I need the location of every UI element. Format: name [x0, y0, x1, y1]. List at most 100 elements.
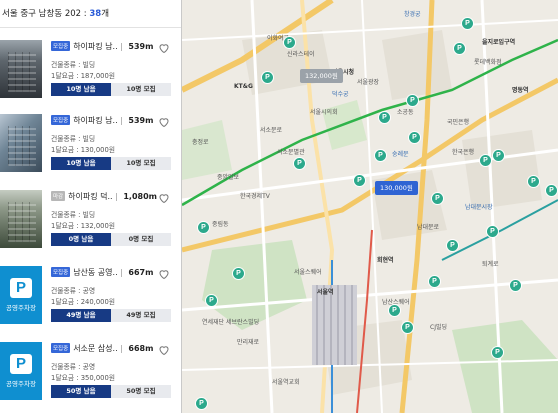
- map-label: 한국경제TV: [240, 193, 270, 200]
- subway-line-teal: [441, 199, 558, 261]
- parking-pin-icon[interactable]: P: [354, 175, 365, 186]
- map-label: 한국은행: [452, 149, 475, 156]
- parking-pin-icon[interactable]: P: [233, 268, 244, 279]
- parking-pin-icon[interactable]: P: [284, 37, 295, 48]
- recruit-button[interactable]: 50명 모집: [111, 385, 171, 398]
- lot-distance: 539m: [128, 116, 154, 125]
- map-label: 퇴계로: [482, 261, 499, 268]
- remaining-button[interactable]: 50명 남음: [51, 385, 111, 398]
- lot-name: 남산동 공영..: [73, 268, 118, 277]
- parking-pin-icon[interactable]: P: [487, 226, 498, 237]
- lot-monthly-fee: 1달요금 : 240,000원: [51, 298, 116, 306]
- status-badge: 모집중: [51, 343, 71, 353]
- map-label: 을지로입구역: [482, 39, 516, 46]
- parking-pin-icon[interactable]: P: [206, 295, 217, 306]
- favorite-heart-icon[interactable]: [158, 39, 170, 54]
- map-label: 소공동: [397, 109, 414, 116]
- parking-pin-icon[interactable]: P: [198, 222, 209, 233]
- parking-pin-icon[interactable]: P: [432, 193, 443, 204]
- parking-pin-icon[interactable]: P: [493, 150, 504, 161]
- lot-title[interactable]: 모집중 하이파킹 남.. | 539m: [51, 41, 175, 55]
- parking-pin-icon[interactable]: P: [379, 112, 390, 123]
- lot-photo[interactable]: [0, 114, 42, 172]
- map-label: 서소문로: [260, 127, 283, 134]
- lot-distance: 1,080m: [123, 192, 157, 201]
- lot-building-type: 건물종류 : 빌딩: [51, 61, 96, 69]
- parking-pin-icon[interactable]: P: [196, 398, 207, 409]
- favorite-heart-icon[interactable]: [158, 113, 170, 128]
- lot-title[interactable]: 모집중 하이파킹 남.. | 539m: [51, 115, 175, 129]
- lot-card[interactable]: 모집중 하이파킹 남.. | 539m 건물종류 : 빌딩 1달요금 : 130,…: [0, 104, 181, 182]
- map-label: 서울광장: [357, 79, 380, 86]
- map-view[interactable]: KT&G 신라스테이 창경궁 서울시의회 덕수궁 서울시청 서울광장 서소문별관…: [182, 0, 558, 413]
- lot-card[interactable]: 모집중 하이파킹 남.. | 539m 건물종류 : 빌딩 1달요금 : 187,…: [0, 30, 181, 108]
- recruit-button[interactable]: 49명 모집: [111, 309, 171, 322]
- block: [382, 30, 452, 100]
- location-text: 서울 중구 남창동 202 :: [2, 9, 90, 19]
- recruit-button[interactable]: 10명 모집: [111, 157, 171, 170]
- favorite-heart-icon[interactable]: [158, 341, 170, 356]
- price-marker[interactable]: 132,000원: [300, 69, 343, 83]
- lot-building-type: 건물종류 : 공영: [51, 363, 96, 371]
- public-parking-thumb[interactable]: P 공영주차장: [0, 266, 42, 324]
- map-label: 중림동: [212, 221, 229, 228]
- public-parking-thumb[interactable]: P 공영주차장: [0, 342, 42, 400]
- result-panel[interactable]: 서울 중구 남창동 202 : 38개 모집중 하이파킹 남.. | 539m 건…: [0, 0, 182, 413]
- park-area: [182, 120, 232, 180]
- lot-name: 하이파킹 남..: [73, 116, 118, 125]
- status-badge: 모집중: [51, 41, 71, 51]
- remaining-button[interactable]: 49명 남음: [51, 309, 111, 322]
- lot-photo[interactable]: [0, 40, 42, 98]
- remaining-button[interactable]: 10명 남음: [51, 83, 111, 96]
- parking-pin-icon[interactable]: P: [447, 240, 458, 251]
- map-label: 숭례문: [392, 151, 409, 158]
- parking-pin-icon[interactable]: P: [510, 280, 521, 291]
- parking-pin-icon[interactable]: P: [407, 95, 418, 106]
- lot-name: 하이파킹 남..: [73, 42, 118, 51]
- favorite-heart-icon[interactable]: [158, 189, 170, 204]
- lot-card[interactable]: P 공영주차장 모집중 서소문 삼성.. | 668m 건물종류 : 공영 1달요…: [0, 332, 181, 410]
- recruit-button[interactable]: 10명 모집: [111, 83, 171, 96]
- parking-pin-icon[interactable]: P: [389, 305, 400, 316]
- parking-pin-icon[interactable]: P: [402, 322, 413, 333]
- parking-pin-icon[interactable]: P: [492, 347, 503, 358]
- remaining-button[interactable]: 10명 남음: [51, 157, 111, 170]
- parking-pin-icon[interactable]: P: [409, 132, 420, 143]
- parking-pin-icon[interactable]: P: [375, 150, 386, 161]
- lot-card[interactable]: 마감 하이파킹 덕.. | 1,080m 건물종류 : 빌딩 1달요금 : 132…: [0, 180, 181, 258]
- map-label: 남대문로: [417, 224, 440, 231]
- lot-photo[interactable]: [0, 190, 42, 248]
- lot-title[interactable]: 마감 하이파킹 덕.. | 1,080m: [51, 191, 175, 205]
- lot-name: 하이파킹 덕..: [68, 192, 113, 201]
- parking-pin-icon[interactable]: P: [429, 276, 440, 287]
- price-marker-selected[interactable]: 130,000원: [375, 181, 418, 195]
- map-label: 창경궁: [404, 11, 421, 18]
- map-label: 만리재로: [237, 339, 260, 346]
- map-label: 국민은행: [447, 119, 470, 126]
- lot-title[interactable]: 모집중 남산동 공영.. | 667m: [51, 267, 175, 281]
- recruit-button[interactable]: 0명 모집: [111, 233, 171, 246]
- lot-card[interactable]: P 공영주차장 모집중 남산동 공영.. | 667m 건물종류 : 공영 1달요…: [0, 256, 181, 334]
- parking-pin-icon[interactable]: P: [480, 155, 491, 166]
- parking-icon: P: [10, 354, 32, 374]
- map-label: 서울역교회: [272, 379, 300, 386]
- parking-pin-icon[interactable]: P: [528, 176, 539, 187]
- favorite-heart-icon[interactable]: [158, 265, 170, 280]
- map-label: 남대문시장: [465, 204, 493, 211]
- lot-name: 서소문 삼성..: [73, 344, 118, 353]
- parking-pin-icon[interactable]: P: [294, 158, 305, 169]
- map-label: KT&G: [234, 83, 253, 90]
- parking-pin-icon[interactable]: P: [454, 43, 465, 54]
- block: [462, 130, 542, 210]
- public-parking-label: 공영주차장: [6, 304, 36, 312]
- parking-pin-icon[interactable]: P: [546, 185, 557, 196]
- map-label: 서울역: [317, 289, 334, 296]
- parking-pin-icon[interactable]: P: [462, 18, 473, 29]
- station-rails: [312, 285, 357, 365]
- parking-pin-icon[interactable]: P: [262, 72, 273, 83]
- lot-title[interactable]: 모집중 서소문 삼성.. | 668m: [51, 343, 175, 357]
- remaining-button[interactable]: 0명 남음: [51, 233, 111, 246]
- map-label: 충정로: [192, 139, 209, 146]
- lot-building-type: 건물종류 : 빌딩: [51, 211, 96, 219]
- result-header: 서울 중구 남창동 202 : 38개: [0, 0, 181, 28]
